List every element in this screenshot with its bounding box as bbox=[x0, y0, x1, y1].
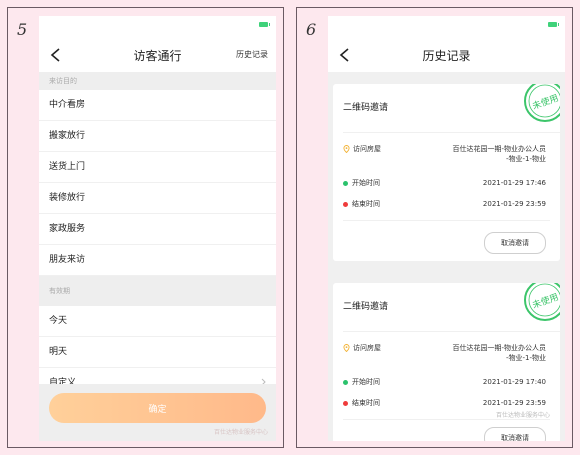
screenshot-panel-6: 6 历史记录 二维码邀请 未使用 访问房屋 百仕达花园一期-物业办公人员-物业 bbox=[296, 7, 573, 448]
start-row: 开始时间 2021-01-29 17:40 bbox=[343, 377, 546, 387]
stamp-text: 未使用 bbox=[531, 92, 560, 113]
stamp-text: 未使用 bbox=[531, 291, 560, 312]
panel-number: 5 bbox=[17, 20, 28, 39]
location-pin-icon bbox=[343, 145, 350, 153]
start-label: 开始时间 bbox=[352, 378, 380, 386]
watermark-text: 百仕达物业服务中心 bbox=[213, 429, 268, 436]
purpose-option[interactable]: 装修放行 bbox=[39, 183, 276, 214]
phone-screen: 历史记录 二维码邀请 未使用 访问房屋 百仕达花园一期-物业办公人员 -物业-1-… bbox=[328, 16, 565, 441]
nav-bar: 访客通行 历史记录 bbox=[39, 38, 276, 72]
start-label-wrap: 开始时间 bbox=[343, 377, 380, 387]
start-label: 开始时间 bbox=[352, 179, 380, 187]
page-title: 访客通行 bbox=[133, 48, 182, 63]
end-row: 结束时间 2021-01-29 23:59 bbox=[343, 199, 546, 209]
back-arrow-icon[interactable] bbox=[49, 47, 63, 63]
start-value: 2021-01-29 17:40 bbox=[482, 378, 546, 386]
start-dot-icon bbox=[343, 379, 348, 385]
card-title: 二维码邀请 bbox=[343, 103, 389, 113]
footer-bar: 确定 百仕达物业服务中心 bbox=[39, 384, 276, 441]
house-value-line2: -物业-1-物业 bbox=[505, 354, 546, 362]
invitation-card: 二维码邀请 未使用 访问房屋 百仕达花园一期-物业办公人员 -物业-1-物业 开始… bbox=[333, 283, 560, 441]
panel-number: 6 bbox=[306, 20, 317, 39]
status-bar bbox=[39, 16, 276, 38]
end-dot-icon bbox=[343, 400, 348, 406]
house-row: 访问房屋 百仕达花园一期-物业办公人员 -物业-1-物业 bbox=[343, 343, 546, 365]
divider bbox=[343, 132, 560, 133]
validity-section-header: 有效期 bbox=[39, 276, 276, 306]
validity-option[interactable]: 明天 bbox=[39, 337, 276, 368]
house-row: 访问房屋 百仕达花园一期-物业办公人员 -物业-1-物业 bbox=[343, 144, 546, 166]
house-value-line1: 百仕达花园一期-物业办公人员 bbox=[452, 344, 546, 352]
battery-icon bbox=[259, 22, 270, 27]
divider bbox=[343, 331, 560, 332]
phone-screen: 访客通行 历史记录 来访目的 中介看房 搬家放行 送货上门 装修放行 家政服务 … bbox=[39, 16, 276, 441]
end-value: 2021-01-29 23:59 bbox=[482, 200, 546, 208]
page-title: 历史记录 bbox=[422, 48, 471, 63]
house-value-line1: 百仕达花园一期-物业办公人员 bbox=[452, 145, 546, 153]
purpose-option[interactable]: 朋友来访 bbox=[39, 245, 276, 276]
house-label-wrap: 访问房屋 bbox=[343, 343, 381, 353]
house-value-line2: -物业-1-物业 bbox=[505, 155, 546, 163]
confirm-button[interactable]: 确定 bbox=[49, 393, 266, 423]
back-arrow-icon[interactable] bbox=[338, 47, 352, 63]
location-pin-icon bbox=[343, 344, 350, 352]
house-label: 访问房屋 bbox=[353, 344, 381, 352]
cancel-invitation-button[interactable]: 取消邀请 bbox=[484, 427, 546, 441]
battery-icon bbox=[548, 22, 559, 27]
purpose-list: 来访目的 中介看房 搬家放行 送货上门 装修放行 家政服务 朋友来访 有效期 今… bbox=[39, 72, 276, 399]
validity-option[interactable]: 今天 bbox=[39, 306, 276, 337]
end-label: 结束时间 bbox=[352, 399, 380, 407]
start-label-wrap: 开始时间 bbox=[343, 178, 380, 188]
purpose-option[interactable]: 家政服务 bbox=[39, 214, 276, 245]
nav-bar: 历史记录 bbox=[328, 38, 565, 72]
end-value: 2021-01-29 23:59 bbox=[482, 399, 546, 407]
purpose-option[interactable]: 搬家放行 bbox=[39, 121, 276, 152]
end-label: 结束时间 bbox=[352, 200, 380, 208]
status-bar bbox=[328, 16, 565, 38]
end-label-wrap: 结束时间 bbox=[343, 398, 380, 408]
invitation-card: 二维码邀请 未使用 访问房屋 百仕达花园一期-物业办公人员 -物业-1-物业 开始… bbox=[333, 84, 560, 261]
unused-stamp-icon: 未使用 bbox=[524, 84, 560, 122]
divider bbox=[343, 220, 550, 221]
end-dot-icon bbox=[343, 201, 348, 207]
purpose-section-header: 来访目的 bbox=[39, 72, 276, 90]
divider bbox=[343, 419, 550, 420]
house-label: 访问房屋 bbox=[353, 145, 381, 153]
purpose-option[interactable]: 送货上门 bbox=[39, 152, 276, 183]
start-row: 开始时间 2021-01-29 17:46 bbox=[343, 178, 546, 188]
end-row: 结束时间 2021-01-29 23:59 bbox=[343, 398, 546, 408]
screenshot-panel-5: 5 访客通行 历史记录 来访目的 中介看房 搬家放行 送货上门 装修放行 家政服… bbox=[7, 7, 284, 448]
end-label-wrap: 结束时间 bbox=[343, 199, 380, 209]
unused-stamp-icon: 未使用 bbox=[524, 283, 560, 321]
card-title: 二维码邀请 bbox=[343, 302, 389, 312]
history-link[interactable]: 历史记录 bbox=[236, 49, 268, 60]
purpose-option[interactable]: 中介看房 bbox=[39, 90, 276, 121]
house-value: 百仕达花园一期-物业办公人员 -物业-1-物业 bbox=[452, 343, 546, 363]
start-dot-icon bbox=[343, 180, 348, 186]
cancel-invitation-button[interactable]: 取消邀请 bbox=[484, 232, 546, 254]
house-value: 百仕达花园一期-物业办公人员 -物业-1-物业 bbox=[452, 144, 546, 164]
house-label-wrap: 访问房屋 bbox=[343, 144, 381, 154]
start-value: 2021-01-29 17:46 bbox=[482, 179, 546, 187]
watermark-text: 百仕达物业服务中心 bbox=[495, 412, 550, 419]
